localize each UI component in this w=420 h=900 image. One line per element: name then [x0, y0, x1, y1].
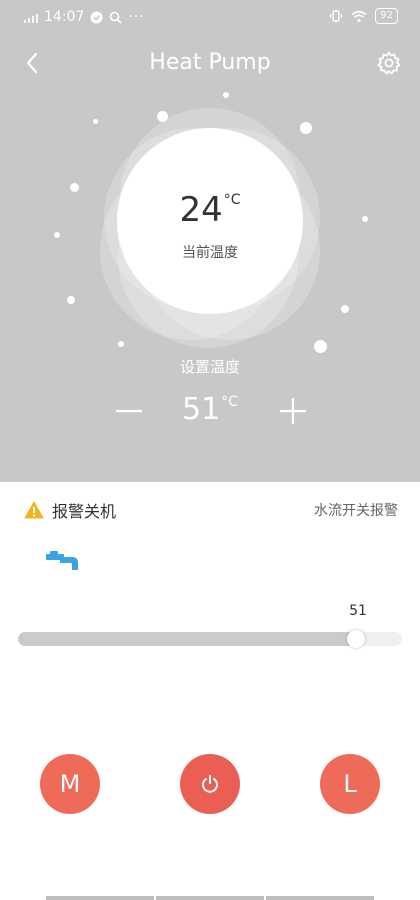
thermostat-panel: 14:07 ··· 92 Heat Pump 24°C 当前温度 设置温度 51…: [0, 0, 420, 482]
current-temperature-label: 当前温度: [182, 245, 238, 261]
set-temperature-unit: °C: [221, 394, 238, 410]
slider-fill: [18, 632, 356, 646]
snow-dot: [157, 111, 168, 122]
page-title: Heat Pump: [149, 50, 271, 75]
signal-icon: [24, 11, 38, 23]
snow-dot: [118, 341, 124, 347]
status-bar: 14:07 ··· 92: [0, 0, 420, 34]
snow-dot: [93, 119, 98, 124]
snow-dot: [223, 92, 229, 98]
faucet-icon: [46, 551, 78, 570]
power-icon: [202, 775, 218, 793]
alarm-detail: 水流开关报警: [314, 503, 398, 519]
wifi-icon: [351, 10, 367, 22]
app-notification-icon: [90, 11, 103, 23]
indicator-segment: [46, 896, 154, 900]
snow-dot: [67, 296, 75, 304]
snow-dot: [314, 340, 327, 353]
vibrate-icon: [330, 10, 343, 22]
set-temperature-label: 设置温度: [179, 358, 240, 376]
more-notifications-icon: ···: [128, 9, 145, 25]
alarm-title: 报警关机: [52, 502, 117, 521]
alarm-status: 报警关机: [24, 498, 116, 522]
status-time: 14:07: [44, 9, 85, 25]
gear-icon[interactable]: [376, 50, 402, 76]
search-icon: [110, 11, 122, 24]
warning-icon: [24, 501, 44, 519]
increase-temperature-button[interactable]: [278, 396, 308, 426]
bottom-indicator: [46, 896, 374, 900]
slider-value: 51: [349, 603, 367, 619]
timer-button-label: L: [343, 770, 357, 798]
decrease-temperature-button[interactable]: [114, 396, 144, 426]
snow-dot: [70, 183, 79, 192]
battery-icon: 92: [375, 8, 398, 24]
snow-dot: [300, 122, 312, 134]
snow-dot: [362, 216, 368, 222]
set-temperature: 51°C: [160, 392, 260, 427]
indicator-segment: [266, 896, 374, 900]
indicator-segment: [156, 896, 264, 900]
power-button[interactable]: [180, 754, 240, 814]
slider-thumb[interactable]: [347, 630, 365, 648]
set-temperature-value: 51: [182, 392, 221, 427]
current-temperature-unit: °C: [223, 192, 241, 208]
snow-dot: [54, 232, 60, 238]
snow-dot: [341, 305, 349, 313]
temperature-slider[interactable]: [18, 630, 402, 648]
mode-button[interactable]: M: [40, 754, 100, 814]
timer-button[interactable]: L: [320, 754, 380, 814]
current-temperature-value: 24: [179, 190, 223, 230]
current-temperature: 24°C: [140, 190, 280, 230]
mode-button-label: M: [59, 770, 81, 798]
